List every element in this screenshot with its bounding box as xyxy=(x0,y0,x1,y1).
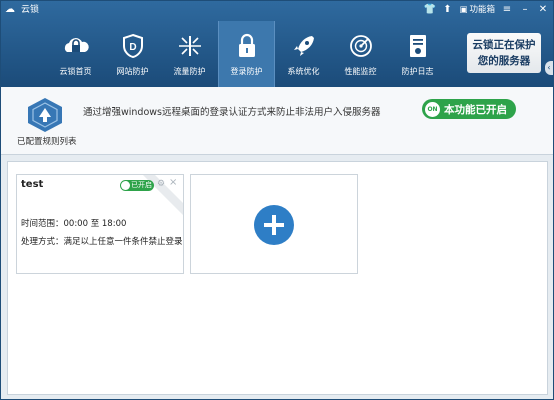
nav-label: 网站防护 xyxy=(116,67,149,76)
badge-line-1: 云锁正在保护 xyxy=(472,39,536,51)
function-box-label: 功能箱 xyxy=(469,5,495,15)
rule-status-label: 已开启 xyxy=(131,181,152,189)
nav-item-traffic-protection[interactable]: 流量防护 xyxy=(161,21,218,87)
nav-label: 防护日志 xyxy=(401,67,434,76)
rule-shield-icon xyxy=(26,97,64,133)
minimize-icon[interactable]: – xyxy=(519,3,531,17)
radar-icon xyxy=(347,32,375,60)
window-title: 云锁 xyxy=(21,5,40,15)
main-nav: 云锁首页 D 网站防护 流量防护 登录防护 系统优化 性能监控 防护日志 xyxy=(47,21,446,87)
nav-item-performance-monitor[interactable]: 性能监控 xyxy=(332,21,389,87)
close-icon[interactable]: ✕ xyxy=(537,3,549,17)
nav-label: 性能监控 xyxy=(344,67,377,76)
header: ☁ 云锁 👕 ⬆ ▣ 功能箱 ≡ – ✕ 云锁首页 D 网站防护 流量防护 登录… xyxy=(1,1,553,87)
badge-line-2: 您的服务器 xyxy=(477,55,531,67)
log-icon xyxy=(404,32,432,60)
add-rule-card[interactable] xyxy=(190,174,358,274)
nav-item-protection-log[interactable]: 防护日志 xyxy=(389,21,446,87)
rule-card[interactable]: test 已开启 ⚙ × 时间范围：00:00 至 18:00 处理方式：满足以… xyxy=(16,174,184,274)
gear-icon[interactable]: ⚙ xyxy=(157,179,167,189)
nav-item-home[interactable]: 云锁首页 xyxy=(47,21,104,87)
svg-text:D: D xyxy=(129,42,136,53)
title-bar: ☁ 云锁 👕 ⬆ ▣ 功能箱 ≡ – ✕ xyxy=(1,1,553,21)
nav-label: 云锁首页 xyxy=(59,67,92,76)
add-rule-button[interactable] xyxy=(254,205,294,245)
nav-item-system-optimize[interactable]: 系统优化 xyxy=(275,21,332,87)
rule-name: test xyxy=(21,179,44,190)
nav-item-login-protection[interactable]: 登录防护 xyxy=(218,21,275,87)
protection-status-badge: 云锁正在保护 您的服务器 xyxy=(467,33,541,73)
feature-toggle[interactable]: ON 本功能已开启 xyxy=(422,99,516,119)
shield-d-icon: D xyxy=(119,32,147,60)
menu-icon[interactable]: ≡ xyxy=(501,3,513,17)
configured-rules-label: 已配置规则列表 xyxy=(17,137,77,147)
toolbox-icon: ▣ xyxy=(459,5,468,15)
rules-area: test 已开启 ⚙ × 时间范围：00:00 至 18:00 处理方式：满足以… xyxy=(7,161,548,395)
app-window: ☁ 云锁 👕 ⬆ ▣ 功能箱 ≡ – ✕ 云锁首页 D 网站防护 流量防护 登录… xyxy=(0,0,554,400)
nav-item-web-protection[interactable]: D 网站防护 xyxy=(104,21,161,87)
traffic-icon xyxy=(176,32,204,60)
close-icon[interactable]: × xyxy=(169,178,179,188)
function-box-button[interactable]: ▣ 功能箱 xyxy=(459,3,495,17)
upload-icon[interactable]: ⬆ xyxy=(441,3,453,17)
shirt-icon[interactable]: 👕 xyxy=(423,3,435,17)
plus-icon xyxy=(264,215,284,235)
rule-status-badge[interactable]: 已开启 xyxy=(120,180,154,191)
rocket-icon xyxy=(290,32,318,60)
status-dot xyxy=(121,181,130,190)
rule-time-range: 时间范围：00:00 至 18:00 xyxy=(21,219,127,229)
feature-description: 通过增强windows远程桌面的登录认证方式来防止非法用户入侵服务器 xyxy=(83,107,381,118)
nav-label: 登录防护 xyxy=(230,67,263,76)
feature-info-panel: 已配置规则列表 通过增强windows远程桌面的登录认证方式来防止非法用户入侵服… xyxy=(1,87,553,155)
toggle-on-knob: ON xyxy=(425,101,440,117)
rule-action: 处理方式：满足以上任意一件条件禁止登录 xyxy=(21,237,183,247)
cloud-lock-icon xyxy=(62,32,90,60)
title-controls: 👕 ⬆ ▣ 功能箱 ≡ – ✕ xyxy=(423,3,549,17)
nav-label: 流量防护 xyxy=(173,67,206,76)
padlock-icon xyxy=(233,32,261,60)
toggle-label: 本功能已开启 xyxy=(444,103,507,116)
collapse-arrow-icon[interactable]: ‹ xyxy=(545,61,553,75)
app-logo-icon: ☁ xyxy=(5,4,15,15)
nav-label: 系统优化 xyxy=(287,67,320,76)
